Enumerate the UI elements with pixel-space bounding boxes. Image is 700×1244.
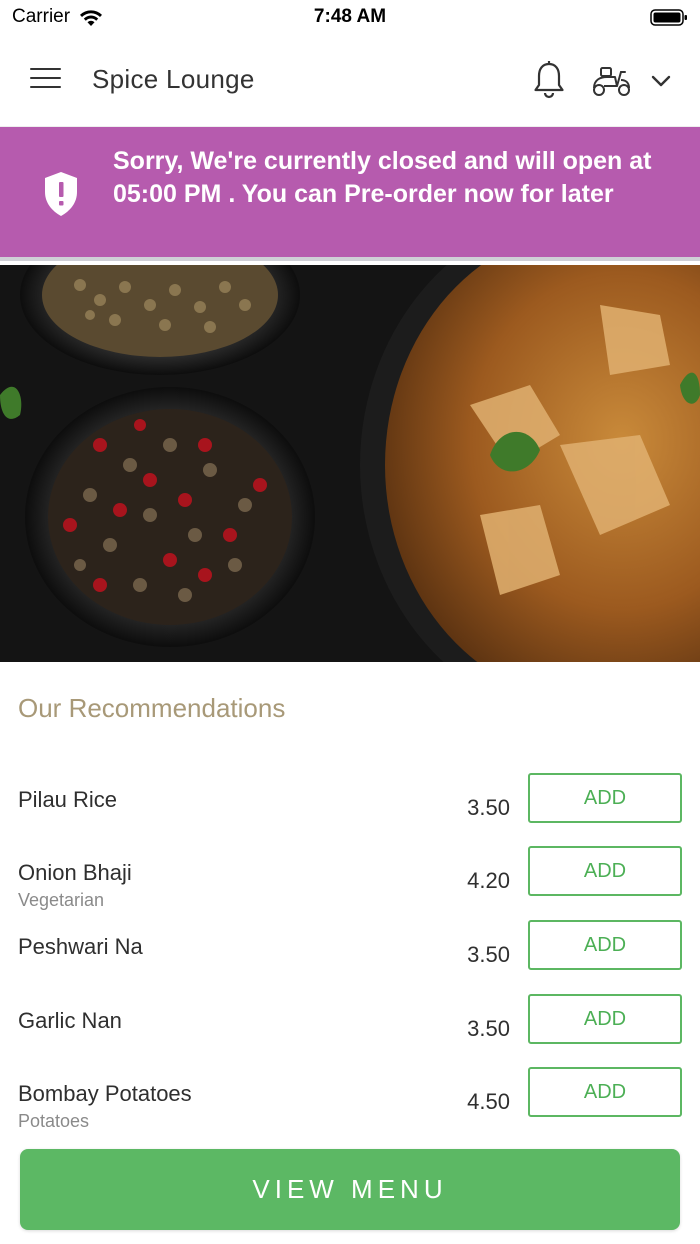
chevron-down-icon[interactable]	[648, 68, 674, 94]
scooter-icon[interactable]	[590, 64, 632, 98]
item-name: Peshwari Na	[18, 934, 143, 959]
view-menu-button[interactable]: VIEW MENU	[20, 1149, 680, 1230]
bell-icon[interactable]	[531, 60, 567, 100]
clock: 7:48 AM	[313, 6, 387, 27]
add-button[interactable]: ADD	[528, 920, 682, 970]
recommendations-heading: Our Recommendations	[18, 693, 286, 723]
restaurant-title: Spice Lounge	[92, 64, 255, 94]
item-subtitle: Vegetarian	[18, 890, 105, 910]
item-price: 4.50	[467, 1089, 510, 1114]
list-item: Pilau Rice 3.50 ADD	[0, 773, 700, 849]
list-item: Peshwari Na 3.50 ADD	[0, 920, 700, 996]
item-price: 3.50	[467, 942, 510, 967]
closed-banner: Sorry, We're currently closed and will o…	[0, 127, 700, 261]
item-price: 4.20	[467, 868, 510, 893]
add-button[interactable]: ADD	[528, 846, 682, 896]
add-button[interactable]: ADD	[528, 994, 682, 1044]
add-button[interactable]: ADD	[528, 773, 682, 823]
item-name: Bombay Potatoes	[18, 1081, 192, 1106]
shield-alert-icon	[45, 172, 77, 216]
menu-icon[interactable]	[30, 68, 61, 92]
list-item: Bombay Potatoes Potatoes 4.50 ADD	[0, 1067, 700, 1143]
status-bar: Carrier 7:48 AM	[0, 0, 700, 36]
battery-icon	[650, 9, 687, 26]
add-button[interactable]: ADD	[528, 1067, 682, 1117]
item-name: Pilau Rice	[18, 787, 118, 812]
closed-message: Sorry, We're currently closed and will o…	[113, 147, 652, 208]
app-header: Spice Lounge	[0, 36, 700, 127]
item-name: Garlic Nan	[18, 1008, 122, 1033]
item-name: Onion Bhaji	[18, 860, 132, 885]
item-price: 3.50	[467, 795, 510, 820]
list-item: Garlic Nan 3.50 ADD	[0, 994, 700, 1070]
hero-food-image	[0, 265, 700, 662]
item-price: 3.50	[467, 1016, 510, 1041]
item-subtitle: Potatoes	[18, 1111, 90, 1131]
hero-illustration	[0, 265, 700, 662]
list-item: Onion Bhaji Vegetarian 4.20 ADD	[0, 846, 700, 922]
